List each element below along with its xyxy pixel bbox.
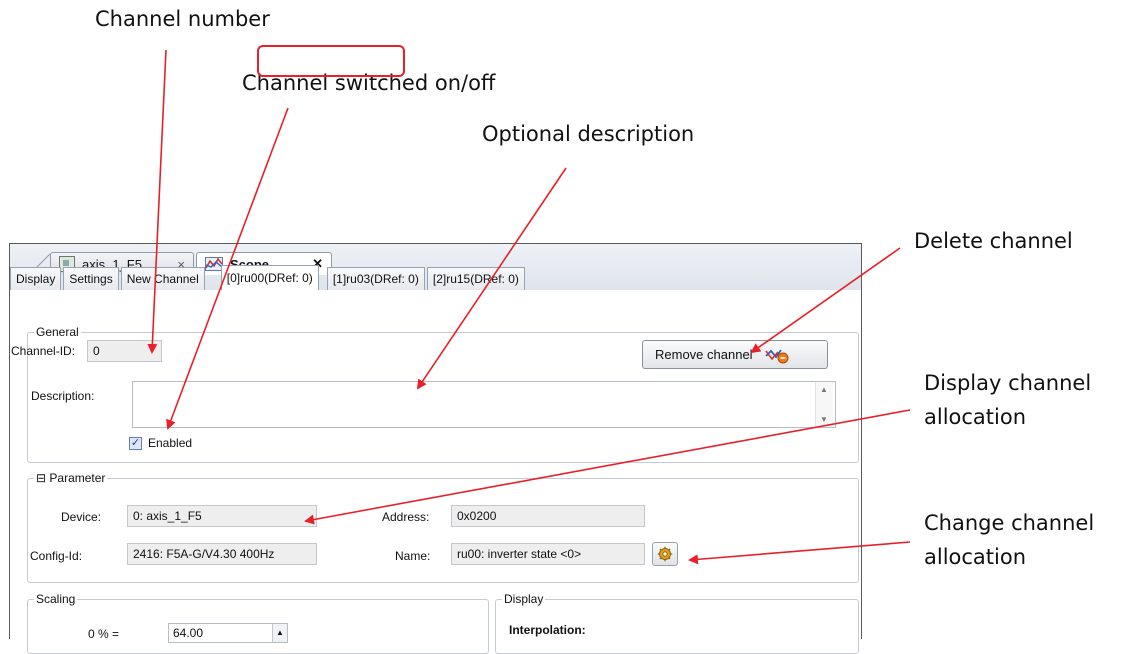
parameter-group: ⊟ Parameter: [27, 471, 859, 583]
parameter-legend-label: Parameter: [49, 471, 106, 485]
channel-id-field: 0: [87, 340, 162, 362]
interpolation-label: Interpolation:: [509, 623, 586, 637]
description-input[interactable]: [132, 381, 836, 428]
config-id-field: 2416: F5A-G/V4.30 400Hz: [127, 543, 317, 565]
channel-panel: General Channel-ID: 0 Remove channel Des…: [10, 0, 860, 654]
scaling-zero-input[interactable]: 64.00 ▲: [168, 623, 288, 643]
description-label: Description:: [31, 389, 95, 403]
address-field: 0x0200: [451, 505, 645, 527]
name-field: ru00: inverter state <0>: [451, 543, 645, 565]
callout-display-allocation-line1: Display channel: [924, 371, 1092, 395]
scroll-up-icon[interactable]: ▲: [820, 385, 828, 394]
device-field: 0: axis_1_F5: [127, 505, 317, 527]
remove-channel-button[interactable]: Remove channel: [642, 340, 828, 369]
display-legend: Display: [504, 592, 544, 606]
change-allocation-button[interactable]: [652, 542, 678, 566]
device-label: Device:: [61, 510, 102, 524]
callout-change-allocation-line1: Change channel: [924, 511, 1095, 535]
callout-display-allocation: Display channel allocation: [924, 366, 1091, 434]
collapse-icon[interactable]: ⊟: [36, 471, 46, 485]
config-id-label: Config-Id:: [30, 549, 83, 563]
enabled-checkbox[interactable]: ✓: [129, 437, 142, 450]
parameter-legend: ⊟ Parameter: [34, 471, 107, 485]
callout-change-allocation: Change channel allocation: [924, 506, 1094, 574]
callout-change-allocation-line2: allocation: [924, 545, 1027, 569]
channel-id-label: Channel-ID:: [11, 344, 76, 358]
remove-channel-icon: [764, 348, 789, 363]
scroll-down-icon[interactable]: ▼: [820, 415, 828, 424]
enabled-label: Enabled: [148, 436, 193, 450]
scaling-legend: Scaling: [36, 592, 76, 606]
callout-display-allocation-line2: allocation: [924, 405, 1027, 429]
scaling-zero-label: 0 % =: [88, 627, 120, 641]
general-legend: General: [36, 325, 79, 339]
active-tab-highlight: [257, 45, 405, 77]
spin-up-icon[interactable]: ▲: [272, 624, 287, 642]
callout-delete-channel: Delete channel: [914, 229, 1073, 253]
name-label: Name:: [395, 549, 431, 563]
gear-icon: [657, 546, 673, 562]
remove-channel-label: Remove channel: [655, 347, 753, 362]
address-label: Address:: [382, 510, 430, 524]
description-scrollbar[interactable]: ▲ ▼: [815, 382, 833, 427]
